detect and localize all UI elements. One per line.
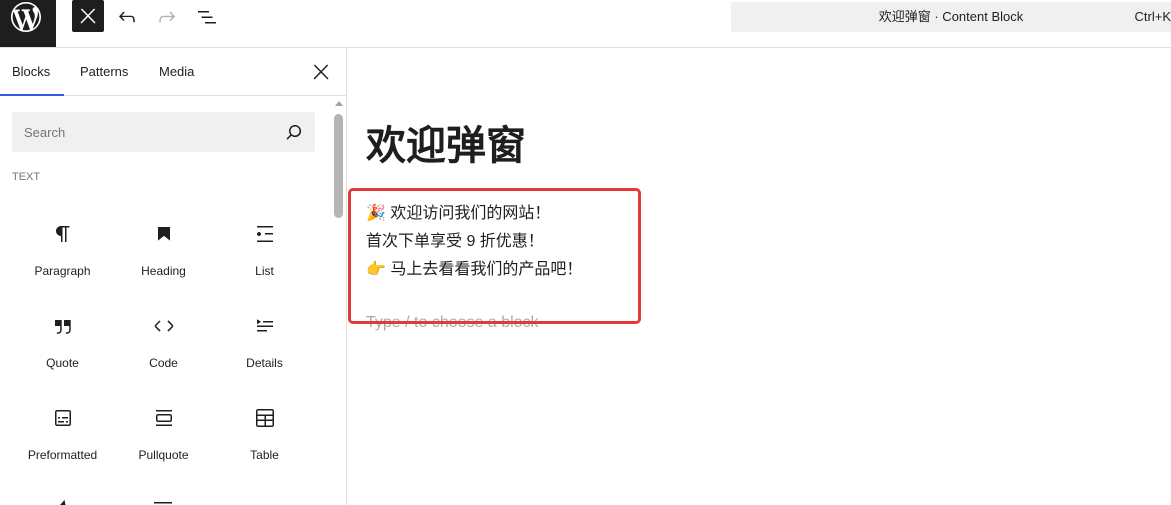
editor-canvas: 欢迎弹窗 🎉 欢迎访问我们的网站！ 首次下单享受 9 折优惠！ 👉 马上去看看我… bbox=[347, 48, 1171, 505]
block-item-code[interactable]: Code bbox=[113, 292, 214, 384]
block-item-preformatted[interactable]: Preformatted bbox=[12, 384, 113, 476]
partial-block-icon[interactable] bbox=[50, 498, 74, 505]
editor-header: 欢迎弹窗 · Content Block Ctrl+K bbox=[0, 0, 1171, 48]
preformatted-icon bbox=[54, 410, 71, 426]
search-icon bbox=[286, 125, 302, 140]
paragraph-line: 👉 马上去看看我们的产品吧！ bbox=[366, 261, 583, 278]
code-icon bbox=[154, 320, 173, 332]
close-inserter-button[interactable] bbox=[72, 0, 104, 32]
block-item-table[interactable]: Table bbox=[214, 384, 315, 476]
search-input[interactable] bbox=[12, 112, 272, 152]
list-icon bbox=[256, 226, 273, 242]
block-item-quote[interactable]: Quote bbox=[12, 292, 113, 384]
undo-button[interactable] bbox=[115, 5, 139, 29]
quote-icon bbox=[54, 320, 71, 334]
block-item-label: Paragraph bbox=[34, 264, 91, 278]
block-item-label: Details bbox=[246, 356, 283, 370]
block-item-label: Pullquote bbox=[138, 448, 189, 462]
details-icon bbox=[256, 319, 273, 332]
document-overview-button[interactable] bbox=[195, 5, 219, 29]
tab-blocks[interactable]: Blocks bbox=[0, 48, 64, 96]
wordpress-home-button[interactable] bbox=[0, 0, 56, 47]
partial-block-icon[interactable] bbox=[151, 498, 175, 505]
block-item-label: Heading bbox=[141, 264, 186, 278]
category-heading: TEXT bbox=[12, 171, 41, 183]
tab-media[interactable]: Media bbox=[147, 48, 207, 95]
redo-button[interactable] bbox=[155, 5, 179, 29]
block-search bbox=[12, 112, 315, 152]
command-shortcut: Ctrl+K bbox=[1134, 9, 1171, 24]
block-inserter-panel: Blocks Patterns Media TEXT Paragraph Hea… bbox=[0, 48, 347, 505]
scrollbar-thumb[interactable] bbox=[334, 114, 343, 218]
block-item-list[interactable]: List bbox=[214, 200, 315, 292]
paragraph-icon bbox=[55, 226, 69, 242]
paragraph-block[interactable]: 🎉 欢迎访问我们的网站！ 首次下单享受 9 折优惠！ 👉 马上去看看我们的产品吧… bbox=[366, 200, 582, 284]
block-item-pullquote[interactable]: Pullquote bbox=[113, 384, 214, 476]
block-item-label: Quote bbox=[46, 356, 79, 370]
block-grid: Paragraph Heading List Quote Code Detail… bbox=[12, 200, 315, 476]
pullquote-icon bbox=[155, 410, 172, 426]
heading-icon bbox=[157, 227, 170, 241]
list-view-icon bbox=[198, 11, 216, 24]
document-title: 欢迎弹窗 · Content Block bbox=[878, 9, 1024, 24]
block-item-heading[interactable]: Heading bbox=[113, 200, 214, 292]
close-icon bbox=[313, 64, 329, 80]
table-icon bbox=[255, 409, 274, 427]
close-icon bbox=[80, 8, 96, 24]
scroll-up-arrow[interactable] bbox=[335, 101, 343, 106]
post-title[interactable]: 欢迎弹窗 bbox=[366, 122, 526, 170]
inserter-tabs: Blocks Patterns Media bbox=[0, 48, 346, 96]
wordpress-logo-icon bbox=[11, 2, 41, 32]
paragraph-line: 🎉 欢迎访问我们的网站！ bbox=[366, 205, 551, 222]
close-inserter-panel-button[interactable] bbox=[309, 60, 333, 84]
redo-icon bbox=[159, 11, 176, 23]
block-item-paragraph[interactable]: Paragraph bbox=[12, 200, 113, 292]
block-item-details[interactable]: Details bbox=[214, 292, 315, 384]
block-appender-placeholder[interactable]: Type / to choose a block bbox=[366, 311, 539, 335]
block-item-label: List bbox=[255, 264, 274, 278]
block-item-label: Table bbox=[250, 448, 279, 462]
command-bar[interactable]: 欢迎弹窗 · Content Block Ctrl+K bbox=[731, 2, 1171, 32]
block-item-label: Preformatted bbox=[27, 448, 98, 462]
block-item-label: Code bbox=[149, 356, 178, 370]
tab-patterns[interactable]: Patterns bbox=[68, 48, 147, 95]
undo-icon bbox=[119, 11, 135, 23]
paragraph-line: 首次下单享受 9 折优惠！ bbox=[366, 233, 544, 250]
